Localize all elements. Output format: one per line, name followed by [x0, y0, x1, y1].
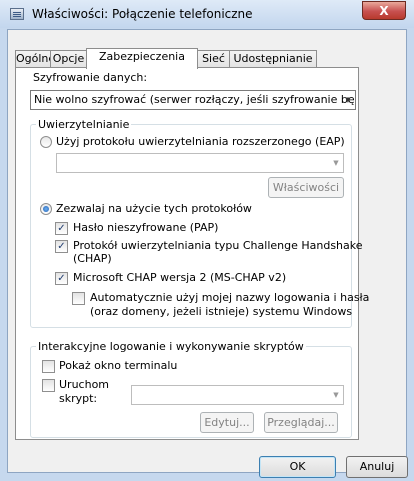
pap-label: Hasło nieszyfrowane (PAP) [73, 221, 219, 234]
mschap-label: Microsoft CHAP wersja 2 (MS-CHAP v2) [73, 271, 287, 284]
show-terminal-label: Pokaż okno terminalu [59, 359, 178, 372]
cancel-button[interactable]: Anuluj [346, 456, 408, 478]
tab-opcje[interactable]: Opcje [50, 50, 87, 68]
checkmark-icon: ✓ [57, 223, 66, 234]
ok-button[interactable]: OK [259, 456, 336, 478]
network-connection-icon [10, 8, 24, 20]
tab-udostepnianie[interactable]: Udostępnianie [229, 50, 317, 68]
eap-label: Użyj protokołu uwierzytelniania rozszerz… [56, 135, 345, 148]
pap-checkbox[interactable]: ✓ [55, 222, 68, 235]
chap-checkbox[interactable]: ✓ [55, 240, 68, 253]
show-terminal-checkbox[interactable] [42, 360, 55, 373]
eap-radio[interactable] [40, 136, 52, 148]
run-script-label-line1: Uruchom [59, 378, 110, 391]
title-bar[interactable]: Właściwości: Połączenie telefoniczne X [0, 0, 414, 28]
tab-zabezpieczenia[interactable]: Zabezpieczenia [86, 48, 198, 69]
script-select[interactable]: ▼ [131, 385, 344, 405]
tab-siec[interactable]: Sieć [197, 50, 230, 68]
chevron-down-icon[interactable]: ▼ [341, 91, 355, 109]
chap-label-line1: Protokół uwierzytelniania typu Challenge… [73, 239, 363, 252]
allow-protocols-radio[interactable] [40, 203, 52, 215]
chap-label-line2: (CHAP) [73, 252, 112, 265]
tab-ogolne[interactable]: Ogólne [15, 50, 55, 68]
run-script-checkbox[interactable] [42, 379, 55, 392]
allow-protocols-label: Zezwalaj na użycie tych protokołów [56, 202, 252, 215]
auto-login-label-line1: Automatycznie użyj mojej nazwy logowania… [90, 291, 370, 304]
close-button[interactable]: X [362, 1, 406, 20]
chevron-down-icon[interactable]: ▼ [329, 154, 343, 172]
browse-script-button[interactable]: Przeglądaj... [264, 412, 338, 433]
encryption-select-value: Nie wolno szyfrować (serwer rozłączy, je… [34, 93, 355, 106]
chevron-down-icon[interactable]: ▼ [329, 386, 343, 404]
window-title: Właściwości: Połączenie telefoniczne [32, 7, 253, 21]
auto-login-checkbox[interactable] [72, 292, 85, 305]
authentication-group-title: Uwierzytelnianie [36, 118, 132, 131]
encryption-label: Szyfrowanie danych: [33, 71, 148, 84]
mschap-checkbox[interactable]: ✓ [55, 272, 68, 285]
properties-button[interactable]: Właściwości [268, 177, 344, 198]
encryption-select[interactable]: Nie wolno szyfrować (serwer rozłączy, je… [30, 90, 356, 110]
scripting-group-title: Interakcyjne logowanie i wykonywanie skr… [36, 340, 306, 353]
run-script-label-line2: skrypt: [59, 392, 98, 405]
checkmark-icon: ✓ [57, 273, 66, 284]
eap-select[interactable]: ▼ [56, 153, 344, 173]
edit-script-button[interactable]: Edytuj... [200, 412, 254, 433]
auto-login-label-line2: (oraz domeny, jeżeli istnieje) systemu W… [90, 305, 353, 318]
checkmark-icon: ✓ [57, 241, 66, 252]
